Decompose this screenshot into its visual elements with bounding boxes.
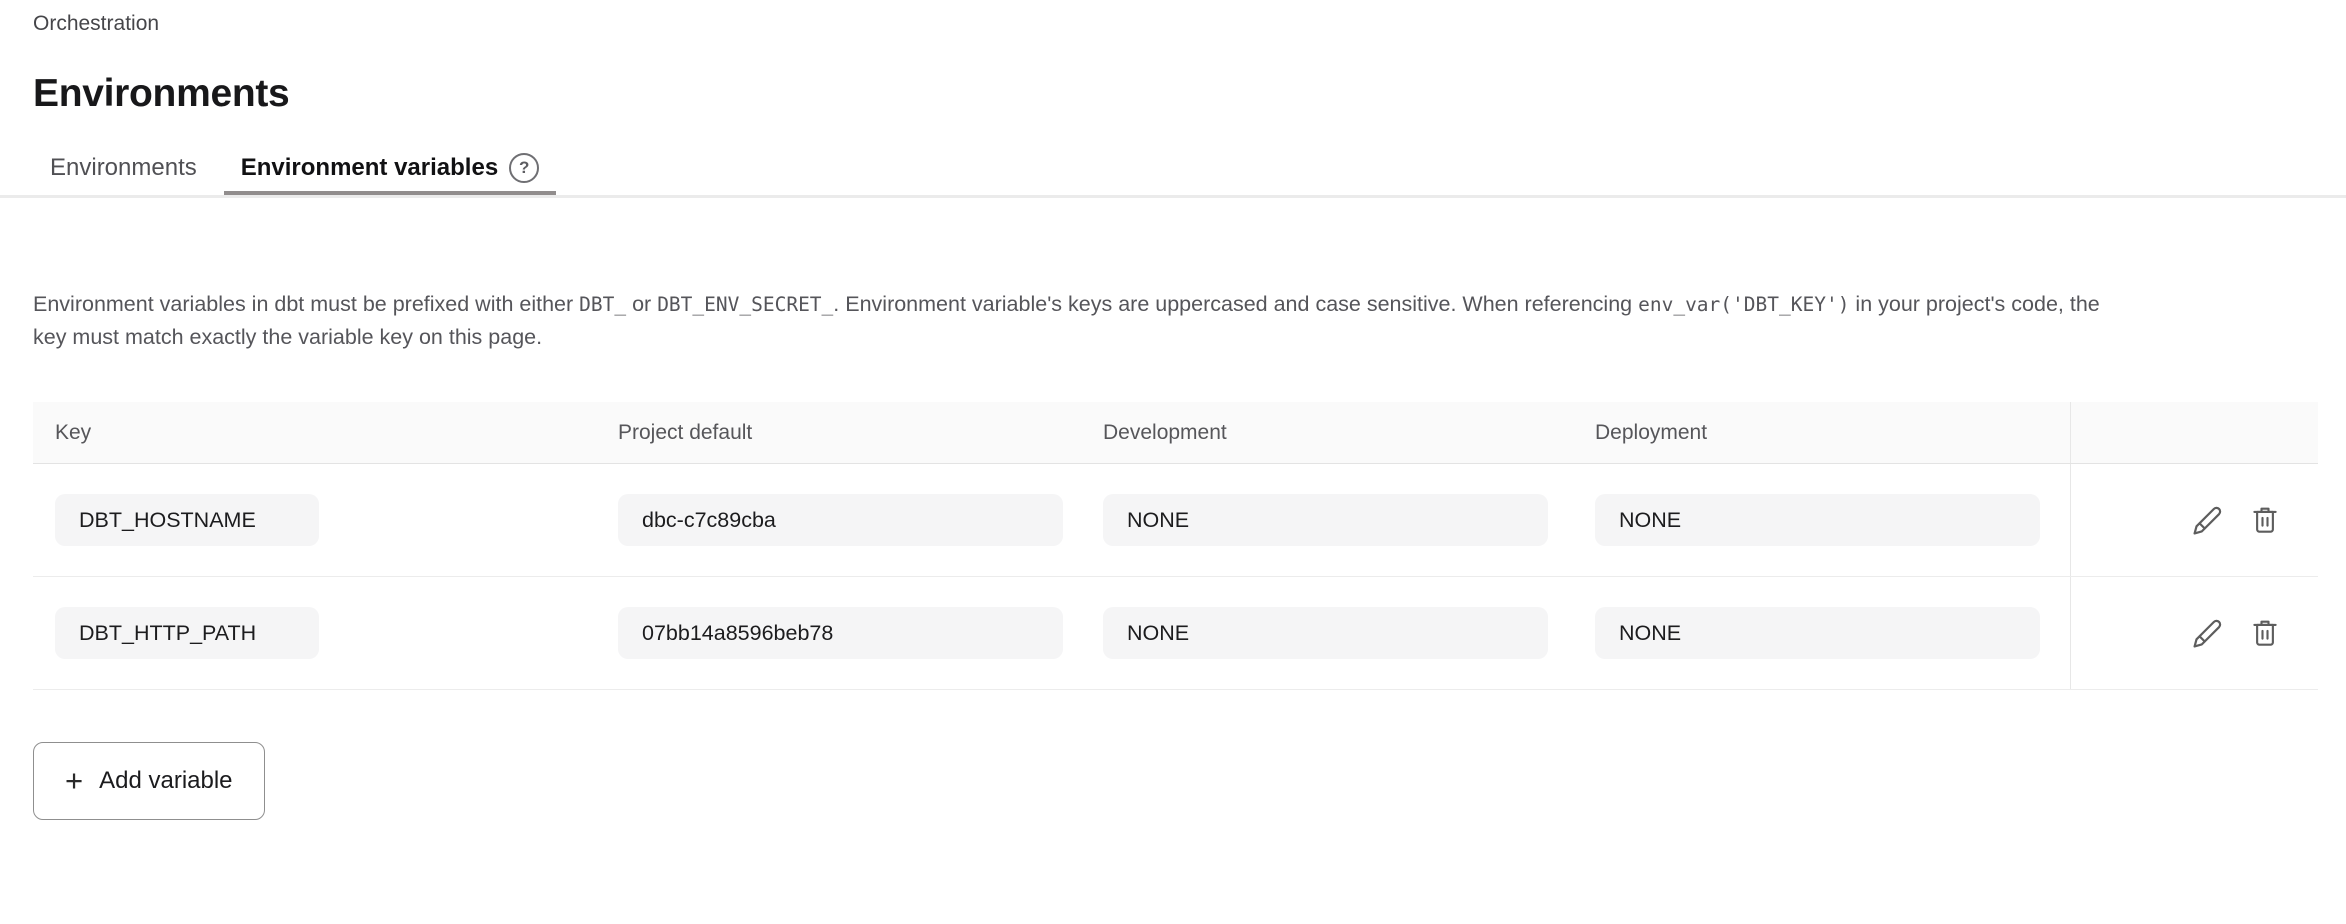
table-row: DBT_HTTP_PATH 07bb14a8596beb78 NONE NONE: [33, 577, 2318, 690]
key-field: DBT_HOSTNAME: [55, 494, 319, 546]
env-var-table: Key Project default Development Deployme…: [33, 402, 2318, 690]
development-cell: NONE: [1081, 464, 1573, 576]
column-header-actions: [2070, 402, 2318, 463]
plus-icon: +: [65, 765, 83, 796]
tab-environments[interactable]: Environments: [33, 145, 214, 195]
description-code: env_var('DBT_KEY'): [1638, 293, 1849, 316]
key-cell: DBT_HOSTNAME: [33, 464, 596, 576]
development-field: NONE: [1103, 607, 1548, 659]
table-header-row: Key Project default Development Deployme…: [33, 402, 2318, 464]
row-actions: [2070, 464, 2318, 576]
column-header-development: Development: [1081, 402, 1573, 463]
tab-environment-variables[interactable]: Environment variables ?: [224, 145, 556, 195]
pencil-icon: [2192, 618, 2223, 649]
key-cell: DBT_HTTP_PATH: [33, 577, 596, 689]
project-default-cell: dbc-c7c89cba: [596, 464, 1081, 576]
column-header-deployment: Deployment: [1573, 402, 2070, 463]
tab-environment-variables-label: Environment variables: [241, 154, 498, 182]
help-icon[interactable]: ?: [509, 153, 539, 183]
development-field: NONE: [1103, 494, 1548, 546]
row-actions: [2070, 577, 2318, 689]
description-text: . Environment variable's keys are upperc…: [833, 292, 1638, 316]
page-title: Environments: [33, 72, 2346, 116]
description-text: Environment variables in dbt must be pre…: [33, 292, 579, 316]
description: Environment variables in dbt must be pre…: [33, 288, 2118, 354]
description-code: DBT_ENV_SECRET_: [657, 293, 833, 316]
deployment-field: NONE: [1595, 607, 2040, 659]
edit-button[interactable]: [2192, 618, 2223, 649]
deployment-cell: NONE: [1573, 577, 2070, 689]
column-header-project-default: Project default: [596, 402, 1081, 463]
deployment-cell: NONE: [1573, 464, 2070, 576]
delete-button[interactable]: [2250, 618, 2280, 648]
project-default-cell: 07bb14a8596beb78: [596, 577, 1081, 689]
deployment-field: NONE: [1595, 494, 2040, 546]
trash-icon: [2250, 505, 2280, 535]
add-variable-button[interactable]: + Add variable: [33, 742, 265, 820]
delete-button[interactable]: [2250, 505, 2280, 535]
add-variable-label: Add variable: [99, 767, 232, 795]
project-default-field: 07bb14a8596beb78: [618, 607, 1063, 659]
trash-icon: [2250, 618, 2280, 648]
development-cell: NONE: [1081, 577, 1573, 689]
tab-bar: Environments Environment variables ?: [0, 145, 2346, 198]
edit-button[interactable]: [2192, 505, 2223, 536]
tab-environments-label: Environments: [50, 154, 197, 182]
description-text: or: [626, 292, 657, 316]
pencil-icon: [2192, 505, 2223, 536]
column-header-key: Key: [33, 402, 596, 463]
key-field: DBT_HTTP_PATH: [55, 607, 319, 659]
table-row: DBT_HOSTNAME dbc-c7c89cba NONE NONE: [33, 464, 2318, 577]
project-default-field: dbc-c7c89cba: [618, 494, 1063, 546]
breadcrumb: Orchestration: [0, 0, 2346, 36]
description-code: DBT_: [579, 293, 626, 316]
